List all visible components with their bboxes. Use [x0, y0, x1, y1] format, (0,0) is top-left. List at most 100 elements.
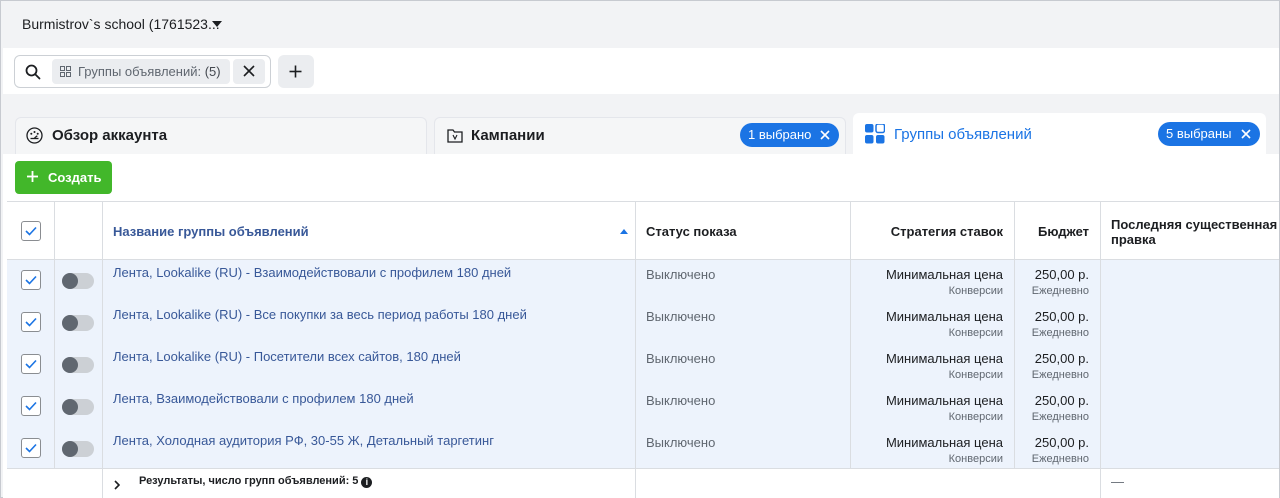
column-header-name[interactable]: Название группы объявлений	[113, 224, 309, 239]
chevron-right-icon[interactable]	[114, 480, 120, 490]
column-header-status[interactable]: Статус показа	[646, 224, 737, 239]
column-header-last-edit-line2: правка	[1111, 232, 1156, 247]
table-row[interactable]: Лента, Lookalike (RU) - Посетители всех …	[7, 344, 1279, 386]
create-button[interactable]: Создать	[15, 161, 112, 194]
selection-badge-label: 5 выбраны	[1166, 126, 1232, 141]
ad-set-name-link[interactable]: Лента, Lookalike (RU) - Посетители всех …	[113, 349, 461, 364]
row-checkbox[interactable]	[21, 354, 41, 374]
caret-down-icon[interactable]	[212, 21, 222, 27]
row-toggle[interactable]	[62, 441, 94, 457]
row-status: Выключено	[646, 435, 716, 450]
tab-label: Обзор аккаунта	[52, 127, 168, 144]
table-header: Название группы объявлений Статус показа…	[7, 201, 1279, 260]
checkmark-icon	[25, 317, 37, 327]
row-bid-strategy-sub: Конверсии	[948, 327, 1003, 339]
row-bid-strategy-sub: Конверсии	[948, 411, 1003, 423]
column-header-last-edit[interactable]: Последняя существенная	[1111, 217, 1277, 232]
ad-set-name-link[interactable]: Лента, Взаимодействовали с профилем 180 …	[113, 391, 414, 406]
clear-filter-button[interactable]	[233, 59, 265, 84]
column-divider	[54, 201, 55, 468]
search-input[interactable]: Группы объявлений: (5)	[14, 55, 271, 88]
row-bid-strategy: Минимальная цена	[885, 309, 1003, 324]
row-status: Выключено	[646, 267, 716, 282]
row-toggle[interactable]	[62, 273, 94, 289]
row-status: Выключено	[646, 351, 716, 366]
row-budget: 250,00 р.	[1034, 393, 1089, 408]
row-budget: 250,00 р.	[1034, 435, 1089, 450]
ad-sets-panel: Создать Название группы объявлений Стату…	[3, 154, 1279, 498]
ad-sets-grid-icon	[865, 124, 885, 144]
search-region: Группы объявлений: (5)	[3, 48, 1279, 94]
close-icon	[243, 65, 255, 77]
column-header-budget[interactable]: Бюджет	[1038, 224, 1089, 239]
info-icon[interactable]: i	[361, 477, 373, 488]
search-icon	[25, 64, 41, 80]
plus-icon	[289, 65, 302, 78]
account-bar: Burmistrov`s school (1761523...	[1, 1, 1279, 47]
ad-sets-table: Название группы объявлений Статус показа…	[7, 201, 1279, 498]
checkmark-icon	[25, 443, 37, 453]
results-summary-row: Результаты, число групп объявлений: 5i —	[7, 468, 1279, 498]
table-row[interactable]: Лента, Взаимодействовали с профилем 180 …	[7, 386, 1279, 428]
column-divider	[1100, 201, 1101, 498]
row-bid-strategy-sub: Конверсии	[948, 285, 1003, 297]
select-all-checkbox[interactable]	[21, 221, 41, 241]
row-bid-strategy: Минимальная цена	[885, 435, 1003, 450]
close-icon[interactable]	[820, 130, 830, 140]
table-row[interactable]: Лента, Lookalike (RU) - Взаимодействовал…	[7, 260, 1279, 302]
row-bid-strategy: Минимальная цена	[885, 267, 1003, 282]
checkmark-icon	[25, 401, 37, 411]
column-header-bid-strategy[interactable]: Стратегия ставок	[891, 224, 1003, 239]
row-bid-strategy: Минимальная цена	[885, 351, 1003, 366]
filter-chip[interactable]: Группы объявлений: (5)	[52, 59, 230, 84]
tab-ad-sets[interactable]: Группы объявлений 5 выбраны	[853, 113, 1266, 155]
table-row[interactable]: Лента, Lookalike (RU) - Все покупки за в…	[7, 302, 1279, 344]
plus-icon	[27, 171, 38, 182]
row-checkbox[interactable]	[21, 312, 41, 332]
row-budget-sub: Ежедневно	[1031, 327, 1089, 339]
checkmark-icon	[25, 226, 37, 236]
table-row[interactable]: Лента, Холодная аудитория РФ, 30-55 Ж, Д…	[7, 428, 1279, 470]
ad-set-name-link[interactable]: Лента, Lookalike (RU) - Взаимодействовал…	[113, 265, 511, 280]
ad-set-name-link[interactable]: Лента, Lookalike (RU) - Все покупки за в…	[113, 307, 527, 322]
row-status: Выключено	[646, 309, 716, 324]
row-toggle[interactable]	[62, 315, 94, 331]
add-filter-button[interactable]	[278, 55, 314, 88]
last-edit-summary: —	[1111, 474, 1124, 489]
row-bid-strategy-sub: Конверсии	[948, 369, 1003, 381]
row-status: Выключено	[646, 393, 716, 408]
results-summary: Результаты, число групп объявлений: 5i	[139, 475, 373, 488]
row-toggle[interactable]	[62, 399, 94, 415]
tab-label: Группы объявлений	[894, 126, 1032, 143]
row-budget: 250,00 р.	[1034, 309, 1089, 324]
tab-account-overview[interactable]: Обзор аккаунта	[15, 117, 427, 154]
ad-set-name-link[interactable]: Лента, Холодная аудитория РФ, 30-55 Ж, Д…	[113, 433, 494, 448]
close-icon[interactable]	[1240, 129, 1251, 139]
row-bid-strategy: Минимальная цена	[885, 393, 1003, 408]
row-budget-sub: Ежедневно	[1031, 369, 1089, 381]
row-budget-sub: Ежедневно	[1031, 285, 1089, 297]
filter-chip-label: Группы объявлений: (5)	[78, 64, 221, 79]
row-checkbox[interactable]	[21, 396, 41, 416]
row-budget: 250,00 р.	[1034, 267, 1089, 282]
checkmark-icon	[25, 275, 37, 285]
row-budget-sub: Ежедневно	[1031, 411, 1089, 423]
column-divider	[635, 201, 636, 498]
tab-label: Кампании	[471, 127, 545, 144]
sort-ascending-icon[interactable]	[620, 229, 628, 234]
gauge-icon	[26, 127, 43, 144]
tab-campaigns[interactable]: Кампании 1 выбрано	[434, 117, 846, 154]
row-budget: 250,00 р.	[1034, 351, 1089, 366]
selection-badge[interactable]: 5 выбраны	[1158, 122, 1260, 146]
selection-badge[interactable]: 1 выбрано	[740, 123, 840, 147]
row-budget-sub: Ежедневно	[1031, 453, 1089, 465]
filter-chip-count: (5)	[204, 64, 221, 79]
row-checkbox[interactable]	[21, 438, 41, 458]
column-divider	[1014, 201, 1015, 468]
checkmark-icon	[25, 359, 37, 369]
account-selector[interactable]: Burmistrov`s school (1761523...	[22, 16, 220, 32]
row-checkbox[interactable]	[21, 270, 41, 290]
selection-badge-label: 1 выбрано	[748, 127, 812, 142]
row-toggle[interactable]	[62, 357, 94, 373]
row-bid-strategy-sub: Конверсии	[948, 453, 1003, 465]
